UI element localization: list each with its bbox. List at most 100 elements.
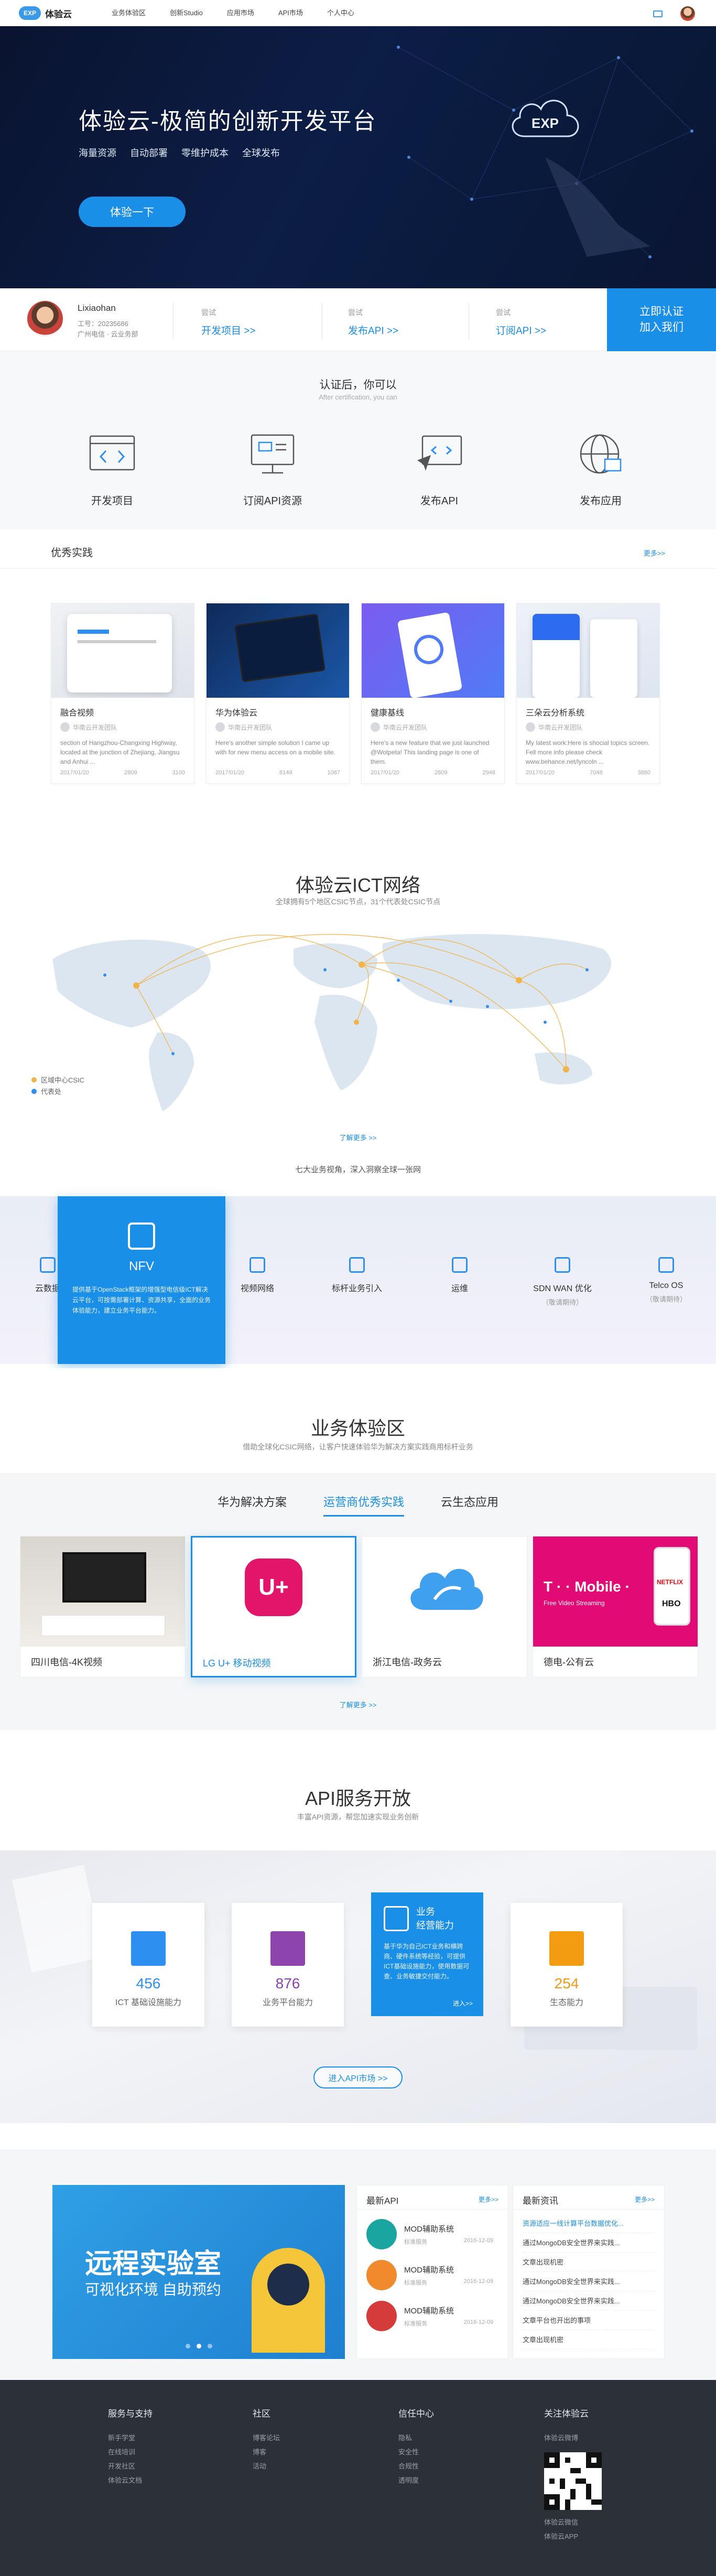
cert-label: 开发项目 bbox=[91, 495, 133, 507]
carousel-dot[interactable] bbox=[185, 2344, 190, 2348]
try-button[interactable]: 体验一下 bbox=[79, 197, 186, 227]
practice-card[interactable]: 三朵云分析系统 华南云开发团队 My latest work:Here is s… bbox=[516, 603, 660, 784]
tile-sdn-wan[interactable]: SDN WAN 优化 （敬请期待） bbox=[515, 1196, 610, 1364]
avatar[interactable] bbox=[680, 6, 695, 21]
footer-link[interactable]: 开发社区 bbox=[108, 2459, 153, 2473]
footer-link[interactable]: 体验云APP bbox=[544, 2529, 602, 2543]
news-item[interactable]: 通过MongoDB安全世界来实践... bbox=[523, 2233, 655, 2253]
ops-icon bbox=[452, 1257, 468, 1273]
tile-sub: （敬请期待） bbox=[541, 1298, 583, 1306]
card-label: 四川电信-4K视频 bbox=[31, 1657, 103, 1668]
api-owner: 标准服务 bbox=[404, 2320, 427, 2327]
tile-benchmark[interactable]: 标杆业务引入 bbox=[309, 1196, 405, 1364]
cert-subscribe-api[interactable]: 订阅API资源 bbox=[225, 429, 320, 507]
profile-id: 工号：20235686 bbox=[78, 320, 128, 328]
api-card[interactable]: 456 ICT 基础设施能力 bbox=[92, 1903, 204, 2027]
tile-ops[interactable]: 运维 bbox=[412, 1196, 507, 1364]
qr-code-icon bbox=[544, 2452, 602, 2510]
api-card[interactable]: 876 业务平台能力 bbox=[232, 1903, 344, 2027]
news-item[interactable]: 文章出现机密 bbox=[523, 2330, 655, 2350]
news-item[interactable]: 资源适应一线计算平台数据优化... bbox=[523, 2214, 655, 2233]
api-market-button[interactable]: 进入API市场 >> bbox=[313, 2066, 403, 2088]
footer-link[interactable]: 体验云文档 bbox=[108, 2473, 153, 2487]
card-likes: 3880 bbox=[637, 770, 650, 776]
api-title: API服务开放 bbox=[305, 1788, 411, 1809]
biz-card[interactable]: 四川电信-4K视频 bbox=[20, 1536, 186, 1677]
footer-link[interactable]: 博客论坛 bbox=[253, 2431, 280, 2445]
footer-link[interactable]: 活动 bbox=[253, 2459, 280, 2473]
practice-card[interactable]: 健康基线 华南云开发团队 Here's a new feature that w… bbox=[361, 603, 505, 784]
cert-title: 认证后，你可以 bbox=[319, 379, 397, 391]
card-views: 8149 bbox=[279, 770, 292, 776]
footer-link[interactable]: 合规性 bbox=[398, 2459, 434, 2473]
nav-item-personal[interactable]: 个人中心 bbox=[315, 0, 366, 26]
api-list-item[interactable]: MOD辅助系统 标准服务 2016-12-09 bbox=[366, 2259, 498, 2291]
news-item[interactable]: 文章出现机密 bbox=[523, 2253, 655, 2272]
hero-feature: 零维护成本 bbox=[181, 148, 229, 158]
footer-link[interactable]: 新手学堂 bbox=[108, 2431, 153, 2445]
nav-item-app-market[interactable]: 应用市场 bbox=[215, 0, 266, 26]
try-publish: 尝试 发布API >> bbox=[348, 307, 398, 337]
footer-link[interactable]: 隐私 bbox=[398, 2431, 434, 2445]
try-develop: 尝试 开发项目 >> bbox=[201, 307, 255, 337]
card-meta: 2017/01/20 7048 3880 bbox=[526, 770, 650, 776]
tab-huawei[interactable]: 华为解决方案 bbox=[218, 1493, 287, 1517]
footer-link[interactable]: 博客 bbox=[253, 2445, 280, 2459]
nav-item-api-market[interactable]: API市场 bbox=[266, 0, 315, 26]
remote-lab-banner[interactable]: 远程实验室 可视化环境 自助预约 bbox=[52, 2185, 345, 2359]
card-title: 健康基线 bbox=[371, 709, 405, 718]
footer-link[interactable]: 在线培训 bbox=[108, 2445, 153, 2459]
nav-item-business[interactable]: 业务体验区 bbox=[100, 0, 158, 26]
platform-chart-icon bbox=[270, 1931, 305, 1966]
cert-publish-api[interactable]: 发布API bbox=[392, 429, 486, 507]
footer-link[interactable]: 透明度 bbox=[398, 2473, 434, 2487]
biz-card[interactable]: T · · Mobile · Free Video Streaming NETF… bbox=[533, 1536, 698, 1677]
api-count: 254 bbox=[554, 1975, 579, 1991]
footer-link[interactable]: 体验云微信 bbox=[544, 2515, 602, 2529]
tab-ecosystem[interactable]: 云生态应用 bbox=[441, 1493, 498, 1517]
biz-card-active[interactable]: U+ LG U+ 移动视频 bbox=[191, 1536, 356, 1677]
api-list-item[interactable]: MOD辅助系统 标准服务 2016-12-09 bbox=[366, 2218, 498, 2250]
nav-item-studio[interactable]: 创新Studio bbox=[158, 0, 215, 26]
api-list-item[interactable]: MOD辅助系统 标准服务 2016-12-09 bbox=[366, 2300, 498, 2332]
subscribe-api-link[interactable]: 订阅API >> bbox=[496, 323, 546, 337]
biz-card[interactable]: 浙江电信-政务云 bbox=[362, 1536, 527, 1677]
mail-icon[interactable] bbox=[653, 10, 663, 17]
logo[interactable]: EXP 体验云 bbox=[19, 6, 72, 20]
carousel-dot[interactable] bbox=[196, 2344, 201, 2348]
biz-subtitle: 借助全球化CSIC网络，让客户快速体验华为解决方案实践商用标杆业务 bbox=[243, 1443, 473, 1451]
hero-feature: 全球发布 bbox=[242, 148, 280, 158]
carousel-dots bbox=[52, 2344, 345, 2348]
footer-link[interactable]: 安全性 bbox=[398, 2445, 434, 2459]
biz-more-link[interactable]: 了解更多 >> bbox=[0, 1700, 716, 1709]
publish-api-link[interactable]: 发布API >> bbox=[348, 323, 398, 337]
api-card-business[interactable]: 业务 经营能力 基于华为自己ICT业务和横跨商、硬件系统等经验，可提供ICT基础设… bbox=[371, 1892, 483, 2016]
card-desc: My latest work:Here is shocial topics sc… bbox=[526, 739, 650, 765]
cert-label: 订阅API资源 bbox=[243, 495, 302, 507]
hero-feature: 海量资源 bbox=[79, 148, 116, 158]
enter-link[interactable]: 进入>> bbox=[453, 1999, 473, 2008]
carousel-dot[interactable] bbox=[207, 2344, 212, 2348]
practice-more-link[interactable]: 更多>> bbox=[644, 548, 665, 558]
practice-card[interactable]: 华为体验云 华南云开发团队 Here's another simple solu… bbox=[206, 603, 350, 784]
develop-project-link[interactable]: 开发项目 >> bbox=[201, 323, 255, 337]
latest-news-more[interactable]: 更多>> bbox=[635, 2195, 655, 2204]
news-item[interactable]: 文章平台也开出的事项 bbox=[523, 2311, 655, 2330]
tile-telco-os[interactable]: Telco OS （敬请期待） bbox=[619, 1196, 714, 1364]
footer-link[interactable]: 体验云微博 bbox=[544, 2431, 602, 2445]
tile-nfv[interactable]: NFV 提供基于OpenStack框架的增强型电信级ICT解决云平台，可按需部署… bbox=[58, 1196, 225, 1364]
ict-more-link[interactable]: 了解更多 >> bbox=[0, 1132, 716, 1142]
card-title: 三朵云分析系统 bbox=[526, 709, 585, 718]
api-publish-icon bbox=[417, 435, 462, 471]
practice-card[interactable]: 融合视频 华南云开发团队 section of Hangzhou-Changxi… bbox=[51, 603, 194, 784]
hero-subtitle: 海量资源 自动部署 零维护成本 全球发布 bbox=[79, 146, 280, 159]
api-card[interactable]: 254 生态能力 bbox=[511, 1903, 623, 2027]
join-button[interactable]: 立即认证 加入我们 bbox=[607, 288, 716, 351]
news-item[interactable]: 通过MongoDB安全世界来实践... bbox=[523, 2272, 655, 2291]
tab-operator[interactable]: 运营商优秀实践 bbox=[323, 1493, 404, 1517]
news-item[interactable]: 通过MongoDB安全世界来实践... bbox=[523, 2291, 655, 2311]
top-nav: EXP 体验云 业务体验区 创新Studio 应用市场 API市场 个人中心 bbox=[0, 0, 716, 26]
cert-develop-project[interactable]: 开发项目 bbox=[65, 429, 159, 507]
latest-api-more[interactable]: 更多>> bbox=[479, 2195, 498, 2204]
cert-publish-app[interactable]: 发布应用 bbox=[554, 429, 648, 507]
